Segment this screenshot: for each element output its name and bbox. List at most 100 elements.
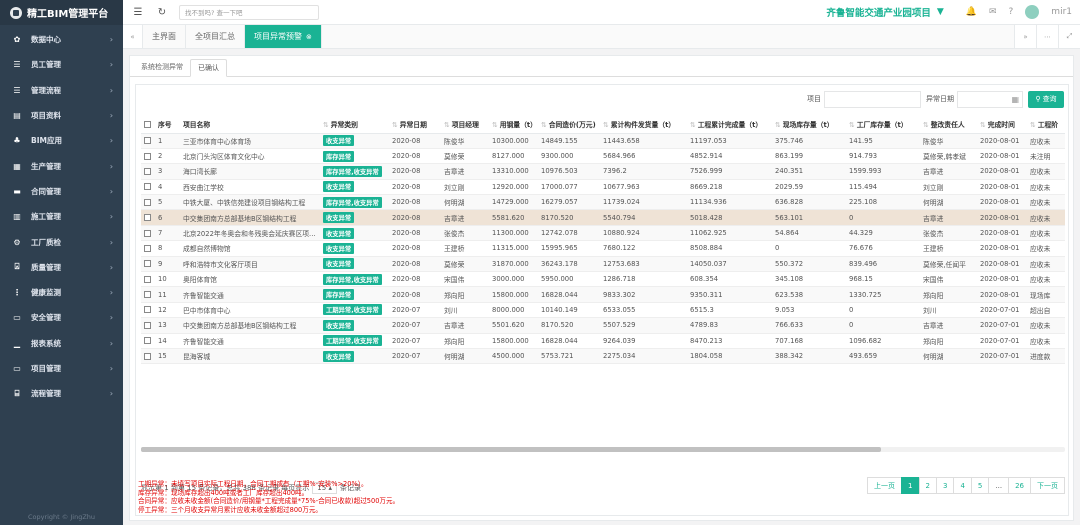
row-checkbox[interactable] <box>144 214 151 222</box>
avatar[interactable] <box>1025 5 1040 19</box>
table-row[interactable]: 9 呼和浩特市文化客厅项目 收支异常 2020-08 莫修荣 31870.000 36243… <box>141 256 1065 273</box>
calendar-icon[interactable]: ▦ <box>1011 95 1019 104</box>
next-page-button[interactable]: 下一页 <box>1030 477 1065 494</box>
prev-page-button[interactable]: 上一页 <box>867 477 903 494</box>
help-icon[interactable]: ? <box>1009 7 1014 17</box>
row-checkbox-cell[interactable] <box>141 148 155 165</box>
page-tab[interactable]: 全项目汇总 <box>186 25 245 48</box>
project-filter-input[interactable] <box>824 90 921 108</box>
row-checkbox[interactable] <box>144 137 151 145</box>
sort-icon[interactable]: ⇅ <box>849 121 855 129</box>
column-header[interactable]: ⇅ 完成时间 <box>977 116 1027 134</box>
sidebar-item[interactable]: ▭ 项目管理 › <box>0 356 123 381</box>
column-header[interactable]: ⇅ 工程累计完成量（t） <box>687 116 772 134</box>
sidebar-item[interactable]: ⋮ 健康监测 › <box>0 280 123 305</box>
table-row[interactable]: 10 奥阳体育馆 库存异常,收支异常 2020-08 宋国伟 3000.000 5950.0… <box>141 271 1065 288</box>
row-checkbox[interactable] <box>144 291 151 299</box>
sort-icon[interactable]: ⇅ <box>541 121 547 129</box>
column-header[interactable]: ⇅ 异常类别 <box>320 116 389 134</box>
horizontal-scrollbar[interactable] <box>141 447 1065 452</box>
page-button[interactable]: 3 <box>935 477 955 494</box>
table-row[interactable]: 12 巴中市体育中心 工期异常,收支异常 2020-07 刘川 8000.000 10140… <box>141 302 1065 319</box>
page-tab[interactable]: 项目异常预警 ⊗ <box>245 25 322 48</box>
row-checkbox-cell[interactable] <box>141 348 155 365</box>
row-checkbox[interactable] <box>144 321 151 329</box>
sidebar-item[interactable]: ▤ 项目资料 › <box>0 103 123 128</box>
table-row[interactable]: 8 成都自然博物馆 收支异常 2020-08 王建桥 11315.000 15995.965… <box>141 240 1065 257</box>
scrollbar-thumb[interactable] <box>141 447 881 452</box>
app-logo[interactable]: 精工BIM管理平台 <box>0 0 123 25</box>
page-button[interactable]: 26 <box>1008 477 1031 494</box>
table-row[interactable]: 6 中交集团南方总部基地B区钢结构工程 收支异常 2020-08 吉章进 5581.620… <box>141 209 1065 226</box>
sidebar-item[interactable]: ▭ 安全管理 › <box>0 305 123 330</box>
project-title[interactable]: 齐鲁智能交通产业园项目 <box>826 5 931 19</box>
page-button[interactable]: 2 <box>918 477 937 494</box>
table-row[interactable]: 2 北京门头沟区体育文化中心 库存异常 2020-08 莫修荣 8127.000 9300.… <box>141 148 1065 165</box>
global-search-input[interactable]: 找不到吗? 查一下吧 <box>179 4 319 20</box>
row-checkbox-cell[interactable] <box>141 194 155 211</box>
row-checkbox-cell[interactable] <box>141 271 155 288</box>
table-row[interactable]: 11 齐鲁智能交通 库存异常 2020-08 郑向阳 15800.000 16828.044… <box>141 286 1065 303</box>
page-button[interactable]: 1 <box>901 477 920 494</box>
sidebar-item[interactable]: ⌸ 流程管理 › <box>0 381 123 406</box>
row-checkbox-cell[interactable] <box>141 133 155 149</box>
row-checkbox[interactable] <box>144 244 151 252</box>
table-row[interactable]: 3 海口湾长廊 库存异常,收支异常 2020-08 吉章进 13310.000 10976.… <box>141 163 1065 180</box>
row-checkbox-cell[interactable] <box>141 256 155 273</box>
sidebar-item[interactable]: ⚙ 工厂质检 › <box>0 229 123 254</box>
table-row[interactable]: 15 昆海客城 收支异常 2020-07 何明湖 4500.000 5753.721 2275… <box>141 348 1065 365</box>
row-checkbox[interactable] <box>144 306 151 314</box>
column-header[interactable]: 项目名称 <box>180 116 320 134</box>
select-all-checkbox[interactable] <box>144 120 151 128</box>
page-tab[interactable]: 主界面 <box>143 25 186 48</box>
close-icon[interactable]: ⊗ <box>306 33 312 41</box>
table-row[interactable]: 5 中铁大厦、中铁信苑建设项目钢结构工程 库存异常,收支异常 2020-08 何明湖 14… <box>141 194 1065 211</box>
bell-icon[interactable]: 🔔 <box>966 7 977 17</box>
row-checkbox-cell[interactable] <box>141 209 155 226</box>
table-row[interactable]: 14 齐鲁智能交通 工期异常,收支异常 2020-07 郑向阳 15800.000 1682… <box>141 333 1065 349</box>
sort-icon[interactable]: ⇅ <box>392 121 398 129</box>
select-all-checkbox-cell[interactable] <box>141 116 155 134</box>
sidebar-item[interactable]: ▦ 生产管理 › <box>0 153 123 178</box>
sort-icon[interactable]: ⇅ <box>923 121 929 129</box>
row-checkbox-cell[interactable] <box>141 286 155 303</box>
sidebar-item[interactable]: ✿ 数据中心 › <box>0 27 123 52</box>
row-checkbox[interactable] <box>144 337 151 345</box>
row-checkbox[interactable] <box>144 152 151 160</box>
sub-tab[interactable]: 已确认 <box>190 59 227 77</box>
table-row[interactable]: 1 三亚市体育中心体育场 收支异常 2020-08 陈俊华 10300.000 14849.… <box>141 133 1065 149</box>
column-header[interactable]: ⇅ 整改责任人 <box>920 116 977 134</box>
sort-icon[interactable]: ⇅ <box>775 121 781 129</box>
tabs-scroll-left-icon[interactable]: « <box>123 25 143 48</box>
page-button[interactable]: ... <box>988 477 1010 494</box>
sort-icon[interactable]: ⇅ <box>603 121 609 129</box>
tabs-scroll-right-icon[interactable]: » <box>1014 25 1036 48</box>
column-header[interactable]: ⇅ 合同造价(万元) <box>538 116 600 134</box>
sidebar-item[interactable]: ♣ BIM应用 › <box>0 128 123 153</box>
column-header[interactable]: ⇅ 现场库存量（t） <box>772 116 846 134</box>
row-checkbox[interactable] <box>144 167 151 175</box>
menu-toggle-icon[interactable]: ☰ <box>129 7 147 18</box>
sort-icon[interactable]: ⇅ <box>492 121 498 129</box>
sidebar-item[interactable]: ▥ 施工管理 › <box>0 204 123 229</box>
row-checkbox[interactable] <box>144 260 151 268</box>
row-checkbox-cell[interactable] <box>141 163 155 180</box>
row-checkbox-cell[interactable] <box>141 302 155 319</box>
page-button[interactable]: 5 <box>970 477 990 494</box>
sidebar-item[interactable]: ▁ 报表系统 › <box>0 331 123 356</box>
column-header[interactable]: 序号 <box>155 116 180 134</box>
sort-icon[interactable]: ⇅ <box>323 121 329 129</box>
column-header[interactable]: ⇅ 工厂库存量（t） <box>846 116 920 134</box>
table-row[interactable]: 4 西安曲江学校 收支异常 2020-08 刘立刚 12920.000 17000.077 1… <box>141 179 1065 196</box>
fullscreen-icon[interactable]: ⤢ <box>1058 25 1080 48</box>
page-button[interactable]: 4 <box>953 477 972 494</box>
row-checkbox[interactable] <box>144 229 151 237</box>
mail-icon[interactable]: ✉ <box>989 7 997 17</box>
query-button[interactable]: ⚲ 查询 <box>1028 90 1064 108</box>
sort-icon[interactable]: ⇅ <box>444 121 450 129</box>
row-checkbox-cell[interactable] <box>141 317 155 334</box>
sidebar-item[interactable]: ☰ 员工管理 › <box>0 52 123 77</box>
column-header[interactable]: ⇅ 用钢量（t） <box>489 116 538 134</box>
sort-icon[interactable]: ⇅ <box>690 121 696 129</box>
refresh-icon[interactable]: ↻ <box>153 7 171 18</box>
